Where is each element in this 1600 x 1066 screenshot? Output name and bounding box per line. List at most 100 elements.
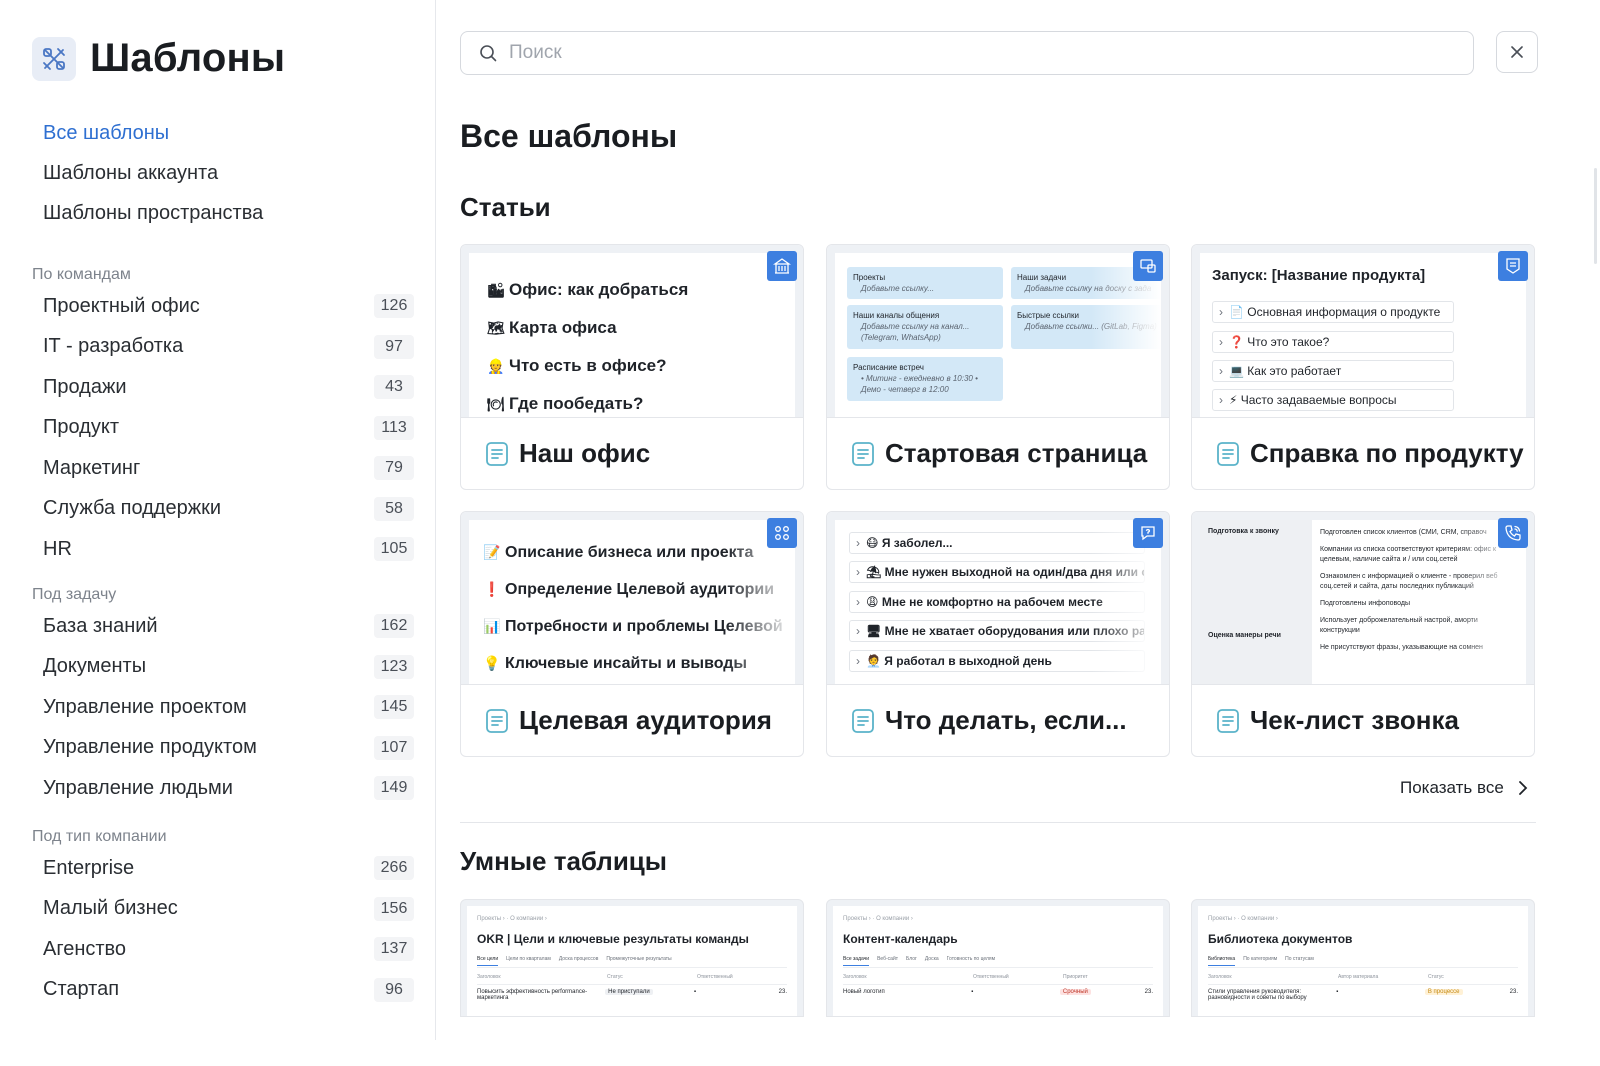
chevron-right-icon (1518, 781, 1528, 795)
preview-left-column: Подготовка к звонку Оценка манеры речи (1200, 520, 1312, 684)
item-label: HR (43, 537, 72, 560)
preview-tile: Расписание встреч • Митинг - ежедневно в … (847, 357, 1003, 401)
template-card-what-to-do-if[interactable]: › 😷 Я заболел... › ⛱ Мне нужен выходной на… (826, 511, 1170, 757)
item-label: Малый бизнес (43, 897, 178, 920)
group-title: Под задачу (32, 586, 117, 603)
item-count: 96 (374, 977, 414, 1002)
sidebar-item-it-dev[interactable]: IT - разработка 97 (32, 327, 414, 368)
search-input[interactable] (509, 42, 1409, 64)
item-label: Служба поддержки (43, 497, 222, 520)
card-preview: Запуск: [Название продукта] › 📄 Основная … (1192, 245, 1534, 417)
card-footer: Стартовая страница (827, 417, 1169, 489)
document-icon (1217, 441, 1239, 466)
document-icon (852, 708, 874, 733)
show-all-label: Показать все (1400, 778, 1504, 797)
search-icon (480, 45, 497, 62)
document-icon (486, 441, 508, 466)
card-preview: 📝 Описание бизнеса или проекта ❗ Определен… (461, 512, 803, 684)
template-card-content-calendar[interactable]: Проекты › · О компании › Контент-календа… (826, 899, 1170, 1017)
item-count: 79 (374, 456, 414, 481)
card-title: Целевая аудитория (519, 705, 772, 735)
group-title: По командам (32, 266, 131, 283)
item-count: 156 (374, 896, 414, 921)
item-label: Управление проектом (43, 695, 247, 718)
item-label: Продажи (43, 375, 127, 398)
group-title: Под тип компании (32, 828, 167, 845)
preview-toggle: › 🖥 Мне не хватает оборудования или плохо… (849, 620, 1145, 642)
preview-right-column: Подготовлен список клиентов (СМИ, CRM, с… (1320, 529, 1498, 651)
item-label: Проектный офис (43, 294, 200, 317)
nav-all-templates[interactable]: Все шаблоны (43, 118, 263, 158)
search-box[interactable] (460, 31, 1474, 75)
sidebar-item-product[interactable]: Продукт 113 (32, 408, 414, 449)
sidebar-item-knowledge-base[interactable]: База знаний 162 (32, 606, 414, 647)
sidebar-item-project-office[interactable]: Проектный офис 126 (32, 286, 414, 327)
show-all-link[interactable]: Показать все (1400, 778, 1528, 798)
template-card-document-library[interactable]: Проекты › · О компании › Библиотека доку… (1191, 899, 1535, 1017)
item-count: 43 (374, 375, 414, 400)
preview-tabs: Все цели Цели по кварталам Доска процессов… (477, 956, 787, 968)
card-title: Что делать, если... (885, 705, 1127, 735)
item-count: 162 (374, 614, 414, 639)
nav-space-templates[interactable]: Шаблоны пространства (43, 198, 263, 238)
group-by-company-type: Под тип компании Enterprise 266 Малый биз… (32, 826, 414, 1010)
item-count: 105 (374, 537, 414, 562)
sidebar-item-sales[interactable]: Продажи 43 (32, 367, 414, 408)
template-card-call-checklist[interactable]: Подготовка к звонку Оценка манеры речи П… (1191, 511, 1535, 757)
card-footer: Целевая аудитория (461, 684, 803, 756)
card-title: OKR | Цели и ключевые результаты команды (477, 932, 749, 946)
sidebar-item-product-management[interactable]: Управление продуктом 107 (32, 728, 414, 769)
templates-icon (32, 36, 76, 81)
preview-line: 💡 Ключевые инсайты и выводы (483, 654, 748, 672)
sidebar-item-marketing[interactable]: Маркетинг 79 (32, 448, 414, 489)
preview-toggle: › 📄 Основная информация о продукте (1212, 301, 1454, 323)
brand: Шаблоны (32, 36, 285, 81)
item-count: 126 (374, 294, 414, 319)
item-count: 58 (374, 496, 414, 521)
item-label: Управление продуктом (43, 736, 257, 759)
item-label: Стартап (43, 978, 120, 1001)
template-card-start-page[interactable]: Проекты Добавьте ссылку... Наши задачи Доб… (826, 244, 1170, 490)
preview-toggle: › ❓ Что это такое? (1212, 331, 1454, 353)
sidebar-item-documents[interactable]: Документы 123 (32, 647, 414, 688)
template-card-our-office[interactable]: 🏙 Офис: как добраться 🗺 Карта офиса 👷 Что е… (460, 244, 804, 490)
sidebar-item-people-management[interactable]: Управление людьми 149 (32, 768, 414, 809)
card-title: Справка по продукту (1250, 438, 1524, 468)
sidebar: Шаблоны Все шаблоны Шаблоны аккаунта Шаб… (0, 0, 436, 1040)
document-icon (486, 708, 508, 733)
preview-table-header: Заголовок Автор материала Статус (1208, 974, 1444, 980)
office-building-icon (767, 251, 797, 281)
nav-account-templates[interactable]: Шаблоны аккаунта (43, 158, 263, 198)
sidebar-item-small-business[interactable]: Малый бизнес 156 (32, 889, 414, 930)
sidebar-item-startup[interactable]: Стартап 96 (32, 970, 414, 1011)
sidebar-item-hr[interactable]: HR 105 (32, 529, 414, 570)
item-count: 123 (374, 654, 414, 679)
preview-line: 📝 Описание бизнеса или проекта (483, 543, 754, 561)
sidebar-item-agency[interactable]: Агенство 137 (32, 929, 414, 970)
close-icon (1511, 46, 1523, 58)
item-label: Продукт (43, 416, 119, 439)
item-label: Маркетинг (43, 456, 141, 479)
item-count: 266 (374, 856, 414, 881)
preview-line: 👷 Что есть в офисе? (487, 356, 667, 375)
preview-toggle: › ⛱ Мне нужен выходной на один/два дня ил… (849, 561, 1145, 583)
page-title: Все шаблоны (460, 118, 678, 154)
sidebar-item-project-management[interactable]: Управление проектом 145 (32, 687, 414, 728)
preview-breadcrumb: Проекты › · О компании › (1208, 916, 1278, 922)
document-icon (1217, 708, 1239, 733)
close-button[interactable] (1496, 31, 1538, 73)
template-card-okr[interactable]: Проекты › · О компании › OKR | Цели и кл… (460, 899, 804, 1017)
document-icon (852, 441, 874, 466)
scrollbar[interactable] (1594, 168, 1597, 264)
item-label: IT - разработка (43, 335, 184, 358)
preview-toggle: › 🧑‍💼 Я работал в выходной день (849, 650, 1145, 672)
card-preview: › 😷 Я заболел... › ⛱ Мне нужен выходной на… (827, 512, 1169, 684)
template-card-product-help[interactable]: Запуск: [Название продукта] › 📄 Основная … (1191, 244, 1535, 490)
card-footer: Чек-лист звонка (1192, 684, 1534, 756)
template-card-target-audience[interactable]: 📝 Описание бизнеса или проекта ❗ Определен… (460, 511, 804, 757)
sidebar-item-support[interactable]: Служба поддержки 58 (32, 489, 414, 530)
preview-toggle: › ⚡ Часто задаваемые вопросы (1212, 389, 1454, 411)
card-footer: Что делать, если... (827, 684, 1169, 756)
preview-toggle: › 😷 Я заболел... (849, 532, 1145, 554)
sidebar-item-enterprise[interactable]: Enterprise 266 (32, 848, 414, 889)
